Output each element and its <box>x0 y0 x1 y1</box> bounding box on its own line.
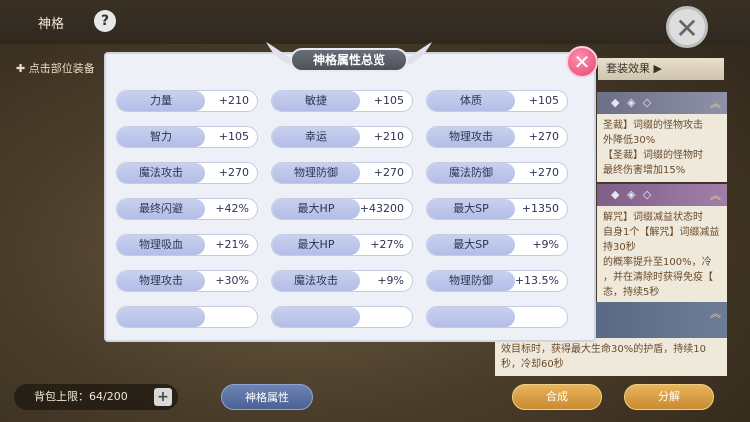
stat-row: 魔法攻击 +270 <box>116 162 258 184</box>
stat-name: 力量 <box>117 91 205 111</box>
stat-name: 最终闪避 <box>117 199 205 219</box>
stat-row: 物理攻击 +30% <box>116 270 258 292</box>
stat-row: 物理防御 +13.5% <box>426 270 568 292</box>
stat-value: +105 <box>373 94 404 107</box>
stat-row: 最大HP +27% <box>271 234 413 256</box>
stat-value: +9% <box>377 274 404 287</box>
stat-value: +13.5% <box>514 274 559 287</box>
attribute-button[interactable]: 神格属性 <box>221 384 313 410</box>
stat-row: 物理攻击 +270 <box>426 126 568 148</box>
stat-row: 最大SP +1350 <box>426 198 568 220</box>
card-header[interactable]: ◆ ◈ ◇ ︽ <box>597 184 727 206</box>
suit-effect-header[interactable]: 套装效果 ▶ <box>598 58 724 80</box>
stat-value: +270 <box>528 166 559 179</box>
card-text: 效目标时，获得最大生命30%的护盾，持续10秒，冷却60秒 <box>495 338 727 376</box>
stat-name: 智力 <box>117 127 205 147</box>
stat-value: +1350 <box>521 202 559 215</box>
stat-list[interactable]: 力量 +210 敏捷 +105 体质 +105 智力 +105 幸运 +210 物理攻击 +270 魔法… <box>116 90 584 334</box>
stat-row: 敏捷 +105 <box>271 90 413 112</box>
bag-capacity-label: 背包上限：64/200 <box>34 390 128 403</box>
stat-name: 魔法攻击 <box>117 163 205 183</box>
stat-name <box>272 307 360 327</box>
chevron-up-icon[interactable]: ︽ <box>710 95 721 111</box>
chevron-up-icon[interactable]: ︽ <box>710 187 721 203</box>
stat-row: 力量 +210 <box>116 90 258 112</box>
stat-name <box>117 307 205 327</box>
suit-effect-card: ◆ ◈ ◇ ︽ 解咒】词缀减益状态时 自身1个【解咒】词缀减益 持30秒 的概率… <box>597 184 727 304</box>
stat-value: +270 <box>218 166 249 179</box>
stat-name: 魔法防御 <box>427 163 515 183</box>
stat-value: +30% <box>215 274 249 287</box>
modal-title-banner: 神格属性总览 <box>266 40 432 80</box>
stat-row: 智力 +105 <box>116 126 258 148</box>
stat-row: 物理防御 +270 <box>271 162 413 184</box>
stat-name <box>427 307 515 327</box>
stat-name: 最大HP <box>272 199 360 219</box>
stat-name: 魔法攻击 <box>272 271 360 291</box>
stat-value: +9% <box>532 238 559 251</box>
stat-name: 敏捷 <box>272 91 360 111</box>
card-header[interactable]: ◆ ◈ ◇ ︽ <box>597 92 727 114</box>
stat-grid: 力量 +210 敏捷 +105 体质 +105 智力 +105 幸运 +210 物理攻击 +270 魔法… <box>116 90 568 328</box>
stat-name: 物理攻击 <box>427 127 515 147</box>
synthesize-button[interactable]: 合成 <box>512 384 602 410</box>
stat-row: 物理吸血 +21% <box>116 234 258 256</box>
stat-value: +27% <box>370 238 404 251</box>
modal-title: 神格属性总览 <box>290 48 408 72</box>
stat-row: 最终闪避 +42% <box>116 198 258 220</box>
stat-value: +210 <box>218 94 249 107</box>
stat-name: 最大SP <box>427 199 515 219</box>
stat-name: 最大SP <box>427 235 515 255</box>
modal-close-button[interactable]: ✕ <box>566 46 598 78</box>
close-button[interactable]: ✕ <box>666 6 708 48</box>
stat-value: +105 <box>218 130 249 143</box>
close-icon: ✕ <box>675 12 699 45</box>
stat-row <box>271 306 413 328</box>
help-button[interactable]: ? <box>94 10 116 32</box>
stat-row: 魔法防御 +270 <box>426 162 568 184</box>
stat-row: 体质 +105 <box>426 90 568 112</box>
expand-bag-button[interactable]: + <box>154 388 172 406</box>
question-icon: ? <box>100 13 110 29</box>
stat-value: +210 <box>373 130 404 143</box>
stat-name: 物理攻击 <box>117 271 205 291</box>
stat-value: +42% <box>215 202 249 215</box>
stat-value: +270 <box>528 130 559 143</box>
stat-row <box>116 306 258 328</box>
stat-row: 最大HP +43200 <box>271 198 413 220</box>
stat-value: +105 <box>528 94 559 107</box>
diamond-deco-icon: ◆ ◈ ◇ <box>611 96 654 109</box>
attribute-overview-modal: 力量 +210 敏捷 +105 体质 +105 智力 +105 幸运 +210 物理攻击 +270 魔法… <box>104 52 596 342</box>
decompose-button[interactable]: 分解 <box>624 384 714 410</box>
stat-row: 幸运 +210 <box>271 126 413 148</box>
chevron-up-icon[interactable]: ︽ <box>710 305 721 321</box>
stat-value: +21% <box>215 238 249 251</box>
stat-value: +43200 <box>359 202 404 215</box>
top-bar: 神格 ? <box>0 0 750 44</box>
equip-hint: ✚ 点击部位装备 <box>16 62 95 75</box>
suit-effect-card: ◆ ◈ ◇ ︽ 圣裁】词缀的怪物攻击 外降低30% 【圣裁】词缀的怪物时 最终伤… <box>597 92 727 182</box>
bag-capacity: 背包上限：64/200 + <box>14 384 178 410</box>
stat-row: 最大SP +9% <box>426 234 568 256</box>
stat-name: 体质 <box>427 91 515 111</box>
stat-name: 物理防御 <box>427 271 515 291</box>
card-text: 圣裁】词缀的怪物攻击 外降低30% 【圣裁】词缀的怪物时 最终伤害增加15% <box>597 114 727 182</box>
diamond-deco-icon: ◆ ◈ ◇ <box>611 188 654 201</box>
stat-row <box>426 306 568 328</box>
stat-name: 物理防御 <box>272 163 360 183</box>
stat-name: 物理吸血 <box>117 235 205 255</box>
stat-row: 魔法攻击 +9% <box>271 270 413 292</box>
stat-value: +270 <box>373 166 404 179</box>
page-title: 神格 <box>38 17 65 32</box>
stat-name: 幸运 <box>272 127 360 147</box>
close-icon: ✕ <box>573 50 591 74</box>
stat-name: 最大HP <box>272 235 360 255</box>
card-text: 解咒】词缀减益状态时 自身1个【解咒】词缀减益 持30秒 的概率提升至100%，… <box>597 206 727 304</box>
